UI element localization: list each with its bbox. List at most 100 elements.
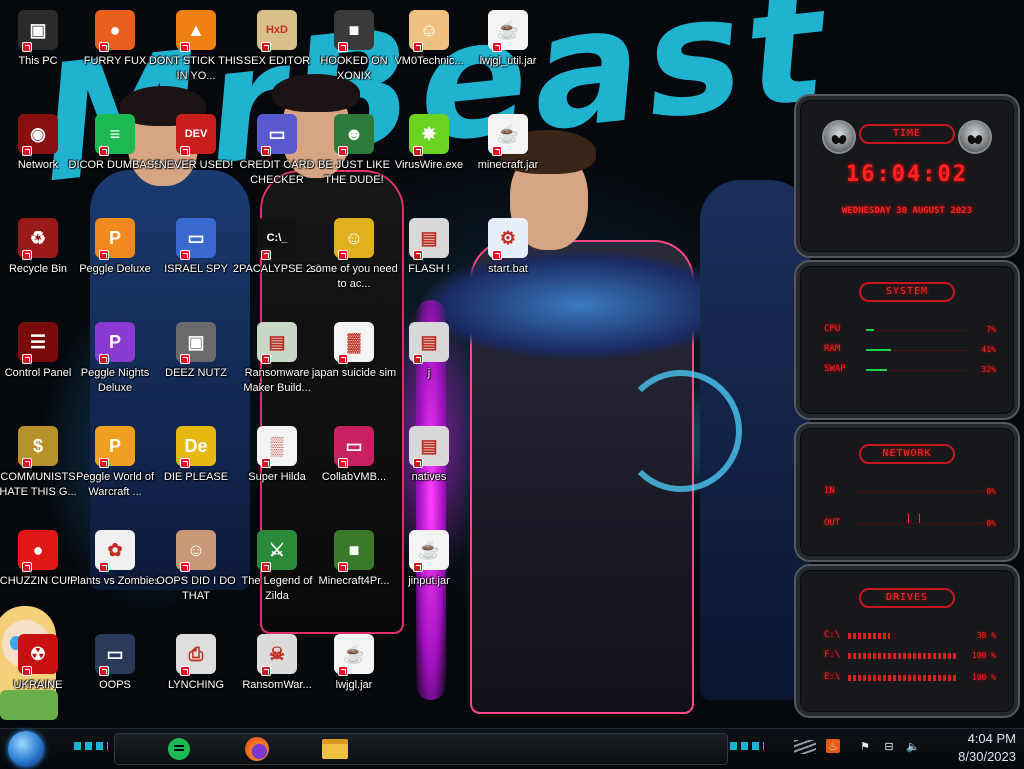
desktop-icon-label: start.bat [488, 263, 528, 275]
desktop[interactable]: MrBeast ▣ This PC ● FURRY FUX ▲ DONT STICK TH… [0, 0, 1024, 728]
volume-icon[interactable]: 🔈 [906, 739, 920, 753]
gadget-time-panel[interactable]: TIME 16:04:02 WEDNESDAY 30 AUGUST 2023 [794, 94, 1020, 258]
shortcut-arrow-icon [261, 146, 271, 156]
shortcut-arrow-icon [180, 146, 190, 156]
taskbar-firefox-button[interactable] [240, 733, 274, 765]
system-row-value: 7% [986, 325, 996, 334]
shortcut-arrow-icon [492, 42, 502, 52]
taskbar-deco-right [730, 742, 764, 750]
tray-app-icon[interactable]: ♨ [826, 739, 840, 753]
taskbar-file-explorer-button[interactable] [318, 733, 352, 765]
tray-overflow-chevron-icon[interactable] [794, 740, 816, 754]
taskbar-deco-left [74, 742, 108, 750]
chuzzle-icon: ● [18, 530, 58, 572]
shortcut-arrow-icon [261, 458, 271, 468]
document-icon: ▓ [334, 322, 374, 364]
drive-usage-bar [848, 675, 958, 681]
drive-row-value: 100 % [971, 651, 996, 660]
screen-icon: ▭ [95, 634, 135, 676]
drive-usage-bar [848, 653, 958, 659]
start-button[interactable] [8, 731, 44, 767]
shortcut-arrow-icon [180, 666, 190, 676]
gadget-date: WEDNESDAY 30 AUGUST 2023 [841, 206, 973, 216]
shortcut-arrow-icon [338, 458, 348, 468]
network-out-value: 0% [986, 519, 996, 528]
gadget-system-title: SYSTEM [859, 282, 955, 302]
chat-icon [168, 738, 190, 760]
shortcut-arrow-icon [99, 42, 109, 52]
radiation-icon: ☢ [18, 634, 58, 676]
shortcut-arrow-icon [99, 250, 109, 260]
shortcut-arrow-icon [22, 250, 32, 260]
shortcut-arrow-icon [492, 146, 502, 156]
gadget-drives-title: DRIVES [859, 588, 955, 608]
taskbar-chat-button[interactable] [162, 733, 196, 765]
folder-icon: ▤ [409, 426, 449, 468]
folder-icon: ▤ [409, 218, 449, 260]
flag-icon[interactable]: ⚑ [858, 739, 872, 753]
gadget-time-title: TIME [859, 124, 955, 144]
drive-row-value: 100 % [971, 673, 996, 682]
taskbar: ♨ ⚑ ⊟ 🔈 4:04 PM 8/30/2023 [0, 728, 1024, 769]
shortcut-arrow-icon [492, 250, 502, 260]
gadget-system-panel[interactable]: SYSTEM CPU 7% RAM 41% SWAP 32% [794, 260, 1020, 420]
network-in-graph [852, 491, 986, 492]
gadget-network-panel[interactable]: NETWORK IN 0% OUT 0% [794, 422, 1020, 562]
system-row-label: SWAP [824, 364, 846, 374]
java-jar-icon: ☕ [334, 634, 374, 676]
shortcut-arrow-icon [338, 562, 348, 572]
desktop-icon[interactable]: ▤ j [381, 316, 477, 416]
drive-row-label: E:\ [824, 672, 841, 682]
drive-row-value: 38 % [976, 631, 996, 640]
system-row-track [866, 330, 970, 331]
desktop-icon[interactable]: ☕ jinput.jar [381, 524, 477, 624]
shortcut-arrow-icon [338, 146, 348, 156]
batch-gear-icon: ⚙ [488, 218, 528, 260]
desktop-icon-label: lwjgl.jar [335, 679, 373, 691]
shortcut-arrow-icon [180, 458, 190, 468]
taskbar-clock[interactable]: 4:04 PM 8/30/2023 [940, 730, 1016, 766]
shortcut-arrow-icon [99, 458, 109, 468]
desktop-icon-label: j [427, 367, 431, 379]
vlc-cone-icon: ▲ [176, 10, 216, 52]
java-jar-icon: ☕ [488, 10, 528, 52]
pixel-dog-icon: ▒ [257, 426, 297, 468]
this-pc-icon: ▣ [18, 10, 58, 52]
shortcut-arrow-icon [261, 562, 271, 572]
shortcut-arrow-icon [261, 42, 271, 52]
network-in-label: IN [824, 486, 835, 496]
network-icon: ◉ [18, 114, 58, 156]
firefox-icon: ● [95, 10, 135, 52]
shortcut-arrow-icon [338, 666, 348, 676]
doctor-icon: ☺ [409, 10, 449, 52]
gadget-network-title: NETWORK [859, 444, 955, 464]
peggle-icon: P [95, 218, 135, 260]
desktop-icon[interactable]: ☕ lwjgl.jar [306, 628, 402, 728]
drive-row-label: F:\ [824, 650, 841, 660]
rope-icon: ⎙ [176, 634, 216, 676]
desktop-icon[interactable]: ☕ lwjgl_util.jar [460, 4, 556, 104]
network-status-icon[interactable]: ⊟ [882, 739, 896, 753]
vm-screen-icon: ▭ [334, 426, 374, 468]
folder-icon [322, 739, 348, 759]
desktop-icon[interactable]: ▤ natives [381, 420, 477, 520]
desktop-icon[interactable]: ☕ minecraft.jar [460, 108, 556, 208]
peggle-icon: P [95, 426, 135, 468]
shortcut-arrow-icon [180, 354, 190, 364]
peggle-icon: P [95, 322, 135, 364]
desktop-icon-label: minecraft.jar [477, 159, 539, 171]
grass-block-icon: ■ [334, 530, 374, 572]
system-row-label: CPU [824, 324, 841, 334]
shortcut-arrow-icon [413, 458, 423, 468]
money-bag-icon: $ [18, 426, 58, 468]
alienware-logo-icon [822, 120, 856, 154]
desktop-icon[interactable]: ⚙ start.bat [460, 212, 556, 312]
shortcut-arrow-icon [22, 458, 32, 468]
gadget-drives-panel[interactable]: DRIVES C:\ 38 % F:\ 100 % E:\ 100 % [794, 564, 1020, 718]
system-row-meter [866, 349, 891, 351]
xonix-icon: ■ [334, 10, 374, 52]
shortcut-arrow-icon [99, 666, 109, 676]
lime-icon: ✸ [409, 114, 449, 156]
network-out-graph [852, 523, 986, 524]
shortcut-arrow-icon [338, 354, 348, 364]
